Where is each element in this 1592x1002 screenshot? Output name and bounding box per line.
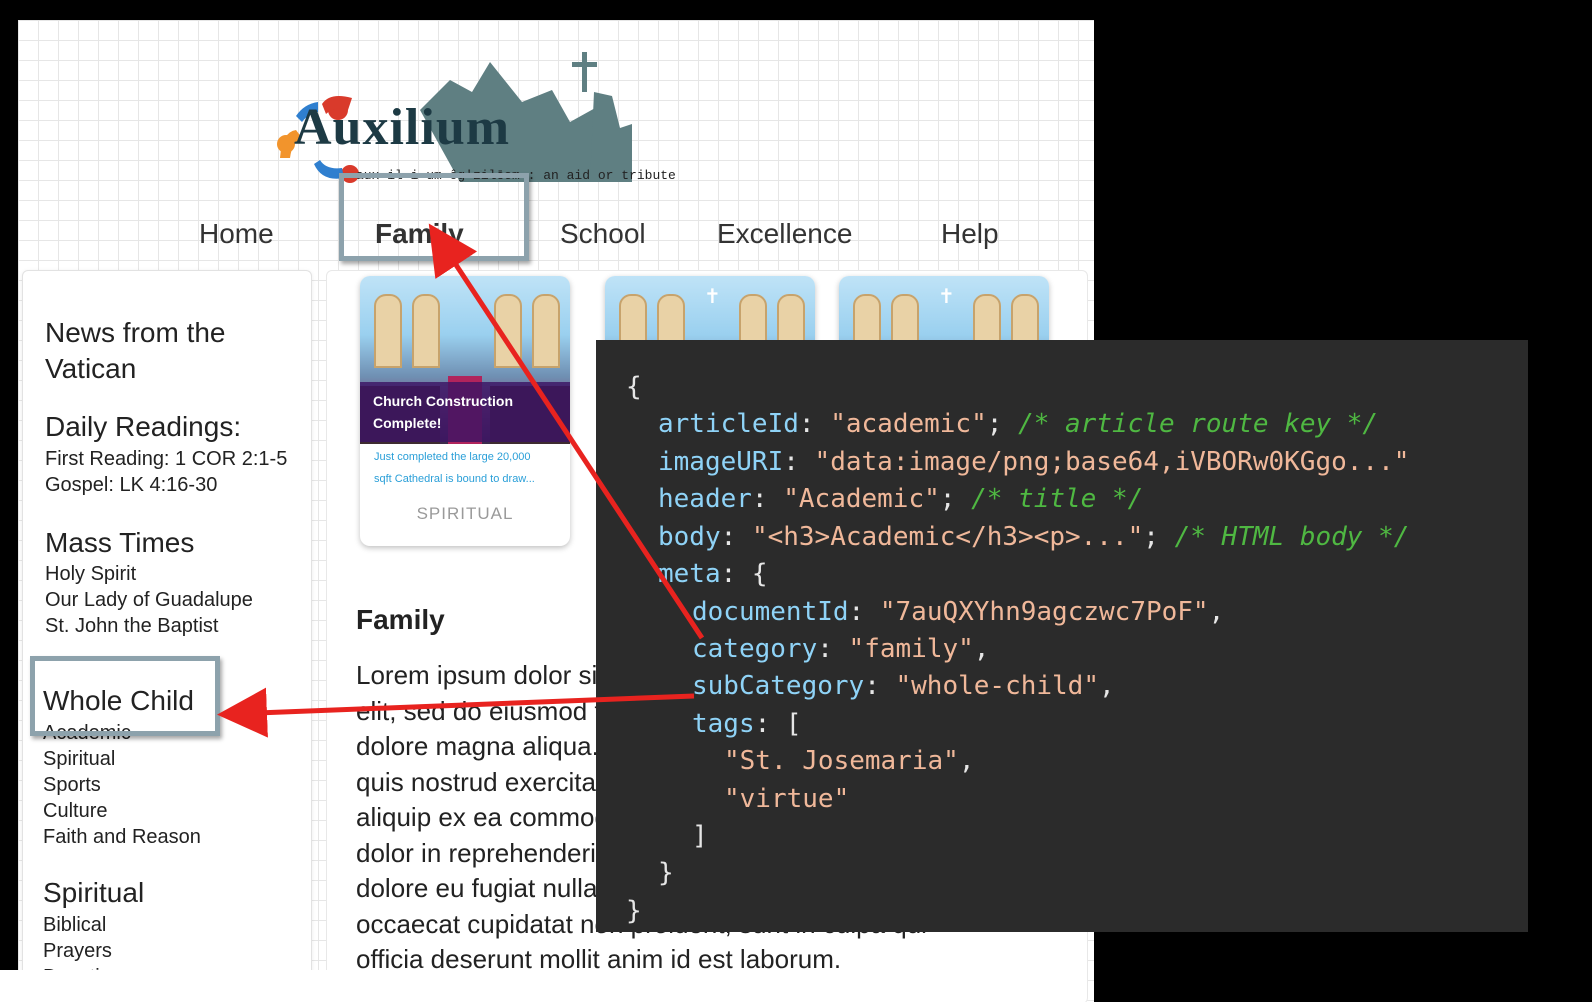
code-line: ]: [692, 821, 708, 851]
code-line: "St. Josemaria",: [724, 746, 975, 776]
auxilium-logo[interactable]: Auxilium aux·il·i·um ôg'zilēəm : an aid …: [260, 32, 740, 192]
spiritual-biblical[interactable]: Biblical: [43, 912, 132, 938]
code-line: articleId: "academic"; /* article route …: [658, 409, 1379, 439]
mass-our-lady-guadalupe[interactable]: Our Lady of Guadalupe: [45, 587, 253, 613]
family-highlight-box: [339, 173, 529, 261]
code-line: meta: {: [658, 559, 768, 589]
daily-readings-list: First Reading: 1 COR 2:1-5 Gospel: LK 4:…: [45, 446, 287, 498]
code-line: subCategory: "whole-child",: [692, 671, 1115, 701]
code-line: category: "family",: [692, 634, 990, 664]
first-reading[interactable]: First Reading: 1 COR 2:1-5: [45, 446, 287, 472]
gospel-reading[interactable]: Gospel: LK 4:16-30: [45, 472, 287, 498]
code-line: imageURI: "data:image/png;base64,iVBORw0…: [658, 447, 1410, 477]
json-code-block: { articleId: "academic"; /* article rout…: [596, 340, 1528, 932]
whole-child-faith-reason[interactable]: Faith and Reason: [43, 824, 201, 850]
bottom-strip: [0, 970, 680, 1002]
mass-times-heading: Mass Times: [45, 527, 195, 558]
whole-child-highlight-box: [30, 656, 220, 736]
code-line: body: "<h3>Academic</h3><p>..."; /* HTML…: [658, 522, 1410, 552]
nav-home[interactable]: Home: [199, 218, 274, 250]
code-line: header: "Academic"; /* title */: [658, 484, 1144, 514]
whole-child-culture[interactable]: Culture: [43, 798, 201, 824]
code-line: "virtue": [724, 784, 850, 814]
article-card[interactable]: Church Construction Complete! Just compl…: [360, 276, 570, 546]
whole-child-spiritual[interactable]: Spiritual: [43, 746, 201, 772]
card-title: Church Construction Complete!: [373, 393, 513, 431]
logo-wordmark: Auxilium: [294, 99, 511, 156]
spiritual-prayers[interactable]: Prayers: [43, 938, 132, 964]
nav-help[interactable]: Help: [941, 218, 999, 250]
cross-icon: ✝: [704, 286, 721, 308]
spiritual-heading: Spiritual: [43, 877, 145, 908]
mass-st-john-baptist[interactable]: St. John the Baptist: [45, 613, 253, 639]
mass-times-list: Holy Spirit Our Lady of Guadalupe St. Jo…: [45, 561, 253, 639]
nav-excellence[interactable]: Excellence: [717, 218, 852, 250]
article-title: Family: [356, 604, 445, 635]
news-vatican-heading[interactable]: News from the Vatican: [45, 315, 226, 387]
code-line: }: [626, 896, 642, 926]
code-line: documentId: "7auQXYhn9agczwc7PoF",: [692, 597, 1225, 627]
mass-holy-spirit[interactable]: Holy Spirit: [45, 561, 253, 587]
code-line: {: [626, 372, 642, 402]
daily-readings-heading: Daily Readings:: [45, 411, 242, 442]
cross-icon: ✝: [938, 286, 955, 308]
card-category: SPIRITUAL: [416, 504, 514, 523]
code-line: tags: [: [692, 709, 802, 739]
card-description: Just completed the large 20,000 sqft Cat…: [374, 451, 535, 485]
code-line: }: [658, 858, 674, 888]
nav-school[interactable]: School: [560, 218, 646, 250]
sidebar: News from the Vatican Daily Readings: Fi…: [22, 270, 312, 992]
main-nav: Home Family School Excellence Help: [18, 200, 1094, 260]
whole-child-list: Academic Spiritual Sports Culture Faith …: [43, 720, 201, 850]
whole-child-sports[interactable]: Sports: [43, 772, 201, 798]
